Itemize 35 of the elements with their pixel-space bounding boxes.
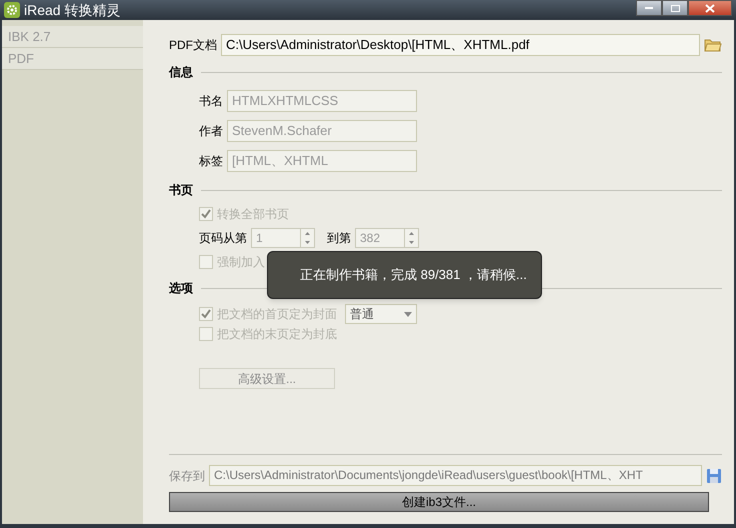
save-icon[interactable] — [706, 468, 722, 484]
field-label: PDF文档 — [169, 37, 217, 54]
window-title: iRead 转换精灵 — [24, 0, 120, 20]
section-title: 信息 — [169, 64, 193, 81]
advanced-settings-button[interactable]: 高级设置... — [199, 368, 335, 389]
field-label: 标签 — [199, 153, 223, 170]
save-path-field[interactable]: C:\Users\Administrator\Documents\jongde\iRead\users\guest\book\[HTML、XHT — [209, 465, 702, 486]
spin-field[interactable]: 382 — [355, 228, 419, 248]
close-icon — [705, 4, 715, 12]
field-label: 作者 — [199, 123, 223, 140]
check-icon — [201, 309, 211, 319]
section-title: 书页 — [169, 182, 193, 199]
check-icon — [201, 209, 211, 219]
pdf-path-field[interactable]: C:\Users\Administrator\Desktop\[HTML、XHTML.pdf — [221, 34, 700, 56]
field-label: 书名 — [199, 93, 223, 110]
maximize-button[interactable] — [662, 0, 688, 16]
checkbox-label: 把文档的末页定为封底 — [217, 326, 337, 343]
sidebar-item[interactable]: IBK 2.7 — [2, 26, 143, 48]
sidebar-item[interactable]: PDF — [2, 48, 143, 70]
progress-toast: 正在制作书籍，完成 89/381 ，请稍候... — [267, 251, 542, 299]
section-title: 选项 — [169, 280, 193, 297]
cover-style-dropdown[interactable]: 普通 — [345, 304, 417, 324]
minimize-button[interactable] — [636, 0, 662, 16]
close-button[interactable] — [688, 0, 732, 16]
checkbox-label: 转换全部书页 — [217, 206, 289, 223]
folder-icon[interactable] — [704, 38, 722, 52]
caret-icon — [404, 312, 412, 316]
checkbox-label: 把文档的首页定为封面 — [217, 306, 337, 323]
create-button[interactable]: 创建ib3文件... — [169, 492, 709, 512]
spin-field[interactable]: 1 — [251, 228, 315, 248]
field-label: 到第 — [327, 230, 351, 247]
field-label: 页码从第 — [199, 230, 247, 247]
gear-icon — [4, 2, 20, 18]
checkbox-label: 强制加入 — [217, 254, 265, 271]
field-label: 保存到 — [169, 468, 205, 484]
